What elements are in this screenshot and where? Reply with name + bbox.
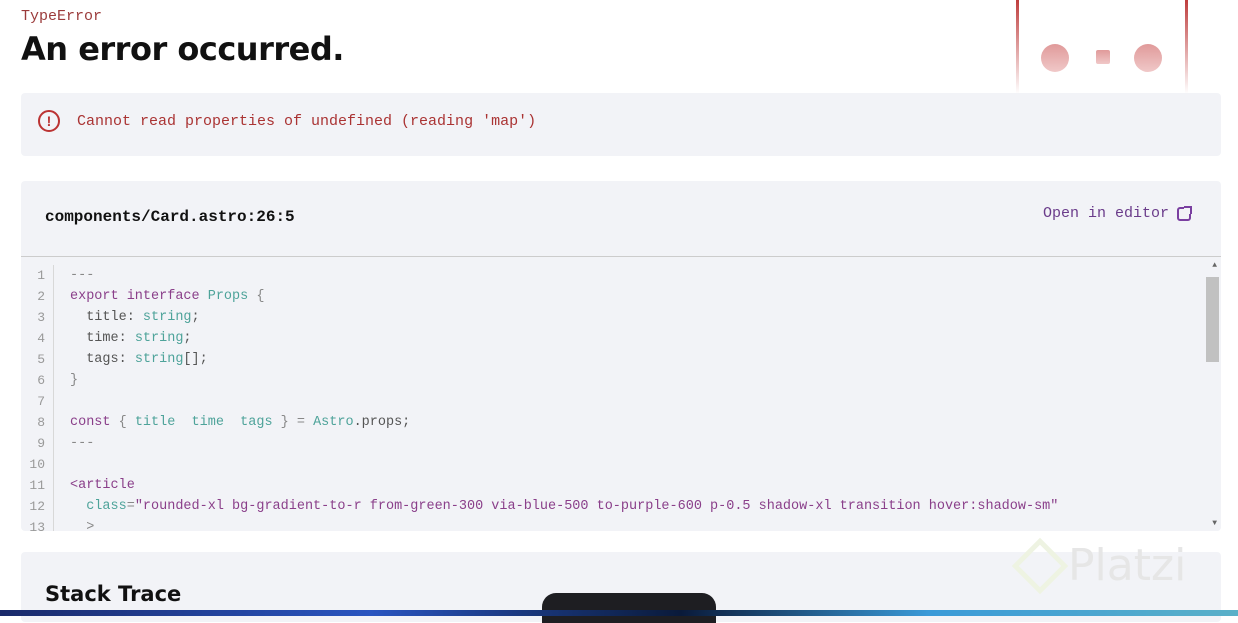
code-token: tags:	[70, 352, 135, 367]
code-line: 13 >	[21, 517, 1221, 531]
line-source: tags: string[];	[54, 349, 208, 370]
code-token: export interface	[70, 289, 208, 304]
code-line: 11 <article	[21, 475, 1221, 496]
code-line: 4 time: string;	[21, 328, 1221, 349]
line-number: 6	[21, 370, 54, 391]
code-line: 6}	[21, 370, 1221, 391]
error-type: TypeError	[21, 8, 103, 25]
error-message: Cannot read properties of undefined (rea…	[77, 113, 537, 130]
line-number: 3	[21, 307, 54, 328]
code-token: tags	[240, 415, 273, 430]
line-source	[54, 454, 70, 475]
line-source: class="rounded-xl bg-gradient-to-r from-…	[54, 496, 1058, 517]
code-token: >	[70, 520, 95, 531]
line-number: 5	[21, 349, 54, 370]
line-number: 4	[21, 328, 54, 349]
line-source: const { title time tags } = Astro.props;	[54, 412, 410, 433]
line-source: ---	[54, 433, 94, 454]
scroll-up-icon[interactable]: ▲	[1212, 261, 1217, 270]
code-token: .props;	[353, 415, 411, 430]
code-token: [];	[183, 352, 208, 367]
code-token: const	[70, 415, 119, 430]
platzi-logo-icon	[1011, 537, 1069, 594]
code-token: ;	[183, 331, 192, 346]
astro-error-logo	[1016, 0, 1188, 93]
line-number: 11	[21, 475, 54, 496]
platzi-watermark: Platzi	[1011, 537, 1187, 594]
code-line: 12 class="rounded-xl bg-gradient-to-r fr…	[21, 496, 1221, 517]
code-line: 9 ---	[21, 433, 1221, 454]
open-in-editor-label: Open in editor	[1042, 205, 1169, 222]
line-number: 13	[21, 517, 54, 531]
line-number: 2	[21, 286, 54, 307]
code-token: string	[134, 331, 184, 346]
alert-circle-icon: !	[38, 110, 60, 132]
code-token: "rounded-xl bg-gradient-to-r from-green-…	[134, 499, 1059, 514]
code-token: Props	[207, 289, 249, 304]
code-token: string	[142, 310, 192, 325]
line-source	[54, 391, 70, 412]
code-token: time:	[70, 331, 135, 346]
line-source: }	[54, 370, 78, 391]
page-title: An error occurred.	[21, 30, 344, 68]
line-number: 7	[21, 391, 54, 412]
code-token: ---	[70, 268, 95, 283]
code-line: 3 title: string;	[21, 307, 1221, 328]
code-token: =	[126, 499, 135, 514]
scrollbar[interactable]: ▲ ▼	[1205, 257, 1221, 531]
file-location: components/Card.astro:26:5	[45, 208, 295, 226]
open-in-editor-link[interactable]: Open in editor	[1042, 205, 1192, 222]
line-number: 8	[21, 412, 54, 433]
code-token: title	[134, 415, 176, 430]
code-token: <article	[70, 478, 135, 493]
error-message-box: ! Cannot read properties of undefined (r…	[21, 93, 1221, 156]
line-source: time: string;	[54, 328, 192, 349]
scroll-down-icon[interactable]: ▼	[1212, 519, 1217, 528]
line-source: ---	[54, 265, 94, 286]
line-number: 12	[21, 496, 54, 517]
code-token: string	[134, 352, 184, 367]
code-view[interactable]: 1 --- 2 export interface Props {3 title: st…	[21, 256, 1221, 531]
code-frame: components/Card.astro:26:5 Open in edito…	[21, 181, 1221, 531]
code-line: 1 ---	[21, 265, 1221, 286]
scrollbar-thumb[interactable]	[1206, 277, 1219, 362]
code-token: {	[248, 289, 265, 304]
code-token: class	[70, 499, 127, 514]
line-number: 9	[21, 433, 54, 454]
line-number: 1	[21, 265, 54, 286]
code-line: 2 export interface Props {	[21, 286, 1221, 307]
code-line: 8 const { title time tags } = Astro.props…	[21, 412, 1221, 433]
code-token: ---	[70, 436, 95, 451]
code-token: Astro	[313, 415, 354, 430]
line-number: 10	[21, 454, 54, 475]
dev-toolbar[interactable]	[542, 593, 716, 623]
code-token: ;	[191, 310, 200, 325]
code-line: 5 tags: string[];	[21, 349, 1221, 370]
code-token: title:	[70, 310, 143, 325]
stack-trace-heading: Stack Trace	[45, 582, 182, 606]
code-token: }	[70, 373, 79, 388]
code-token: } =	[272, 415, 314, 430]
external-link-icon	[1177, 205, 1192, 221]
code-token: time	[191, 415, 224, 430]
desktop-taskbar	[0, 610, 1238, 616]
code-line: 10	[21, 454, 1221, 475]
line-source: export interface Props {	[54, 286, 264, 307]
watermark-text: Platzi	[1068, 540, 1187, 591]
line-source: title: string;	[54, 307, 200, 328]
line-source: <article	[54, 475, 135, 496]
code-token: {	[118, 415, 135, 430]
line-source: >	[54, 517, 94, 531]
code-line: 7	[21, 391, 1221, 412]
